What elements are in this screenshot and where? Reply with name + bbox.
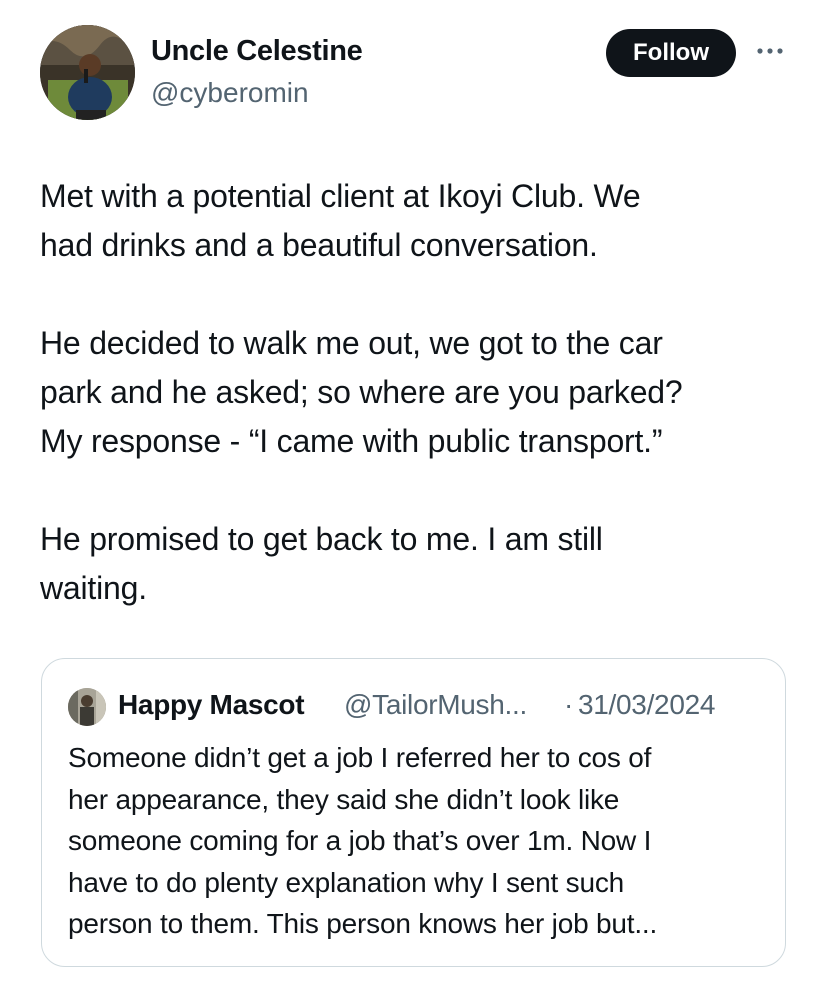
quoted-tweet-line: her appearance, they said she didn’t loo… xyxy=(68,783,620,815)
tweet-line: Met with a potential client at Ikoyi Clu… xyxy=(40,178,641,214)
quoted-profile-photo-icon xyxy=(68,688,106,726)
quoted-tweet-card[interactable]: Happy Mascot @TailorMush... · 31/03/2024… xyxy=(41,658,786,967)
quoted-tweet-body: Someone didn’t get a job I referred her … xyxy=(68,737,768,945)
quoted-author-handle: @TailorMush... xyxy=(344,689,527,720)
tweet-line: waiting. xyxy=(40,570,147,606)
tweet-line: My response - “I came with public transp… xyxy=(40,423,663,459)
tweet-header: Uncle Celestine @cyberomin Follow xyxy=(40,25,800,121)
author-handle[interactable]: @cyberomin xyxy=(151,77,309,109)
quoted-author-avatar xyxy=(68,688,106,726)
more-horizontal-icon[interactable] xyxy=(752,39,788,63)
quoted-tweet-line: have to do plenty explanation why I sent… xyxy=(68,866,625,898)
tweet-line: He promised to get back to me. I am stil… xyxy=(40,521,603,557)
tweet-paragraph: Met with a potential client at Ikoyi Clu… xyxy=(40,172,800,270)
quoted-tweet-date: 31/03/2024 xyxy=(578,689,716,720)
quoted-tweet-line: someone coming for a job that’s over 1m.… xyxy=(68,825,652,856)
quoted-author-name: Happy Mascot xyxy=(118,689,305,720)
tweet-paragraph: He decided to walk me out, we got to the… xyxy=(40,319,800,466)
author-name[interactable]: Uncle Celestine xyxy=(151,35,363,68)
quoted-tweet-line: Someone didn’t get a job I referred her … xyxy=(68,742,652,773)
separator-dot: · xyxy=(564,689,574,720)
profile-photo-icon xyxy=(40,25,135,120)
tweet-paragraph: He promised to get back to me. I am stil… xyxy=(40,515,800,613)
tweet-body: Met with a potential client at Ikoyi Clu… xyxy=(40,172,800,613)
quoted-tweet-line: person to them. This person knows her jo… xyxy=(68,908,658,939)
follow-button[interactable]: Follow xyxy=(606,29,736,77)
tweet-line: had drinks and a beautiful conversation. xyxy=(40,227,598,263)
tweet-line: He decided to walk me out, we got to the… xyxy=(40,325,663,361)
tweet-line: park and he asked; so where are you park… xyxy=(40,374,683,410)
author-avatar[interactable] xyxy=(40,25,135,120)
